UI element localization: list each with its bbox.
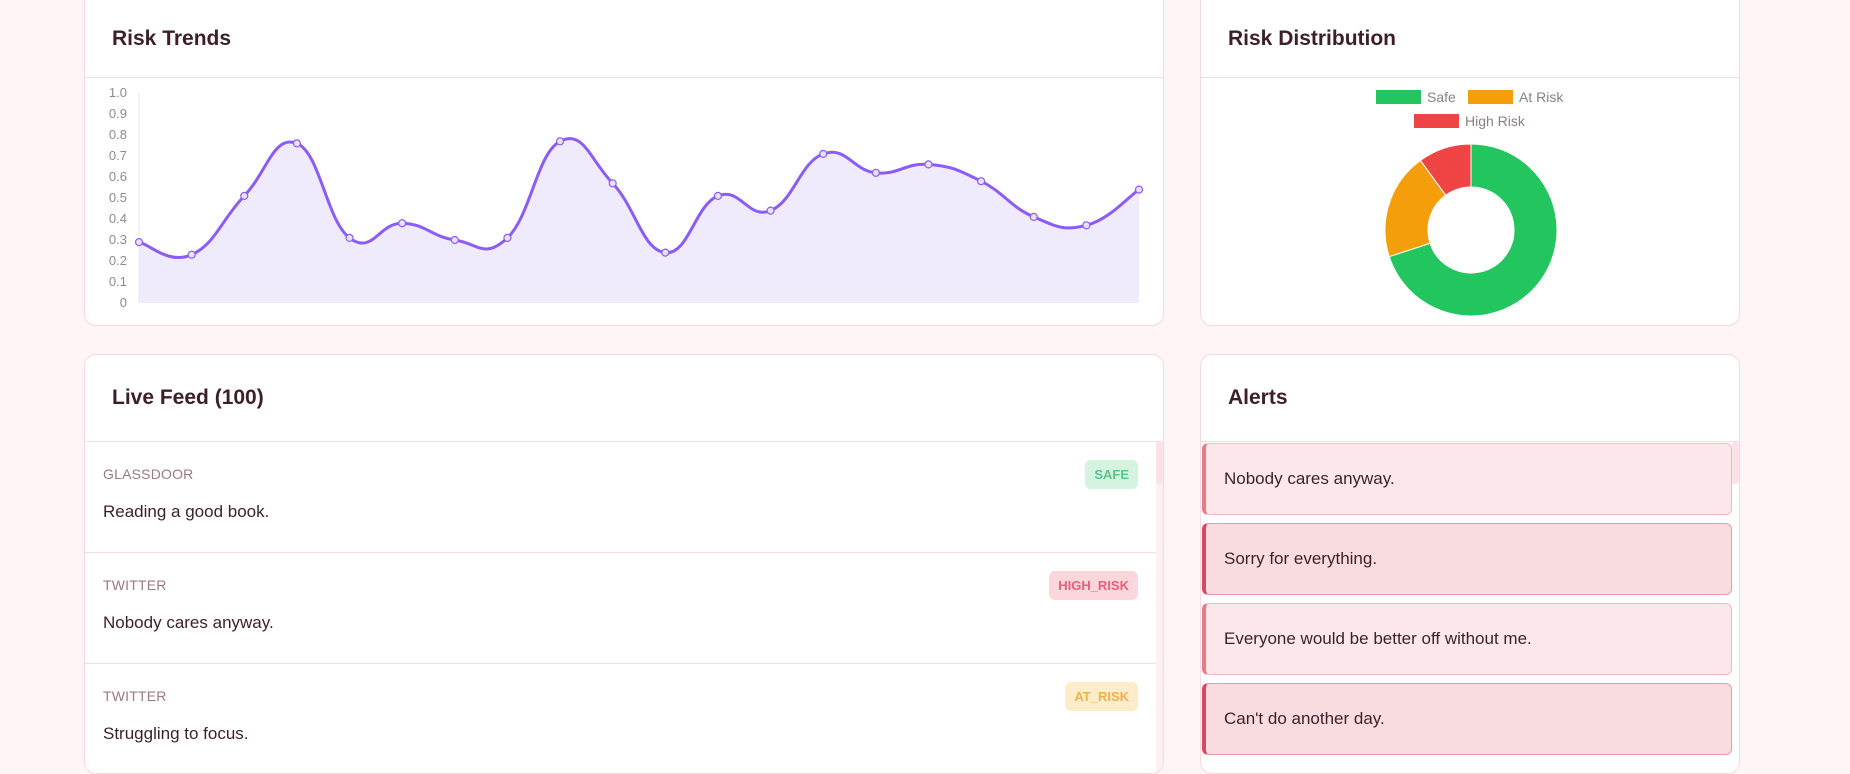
y-tick-label: 0.1 (109, 274, 127, 289)
risk-trend-point[interactable] (1134, 185, 1144, 194)
feed-item[interactable]: TWITTER Nobody cares anyway. HIGH_RISK (85, 553, 1156, 664)
legend-label: High Risk (1465, 113, 1526, 129)
risk-trends-card: Risk Trends 1.0 0.9 0.8 0.7 0.6 0.5 0.4 0.3 0.2 0… (84, 0, 1164, 326)
feed-scrollbar-thumb[interactable] (1156, 442, 1163, 484)
risk-distribution-chart: Safe At Risk High Risk (1376, 89, 1564, 317)
feed-source: GLASSDOOR (103, 466, 194, 482)
risk-trend-point[interactable] (977, 177, 986, 186)
alert-item[interactable]: Sorry for everything. (1202, 523, 1732, 595)
alert-item[interactable]: Can't do another day. (1202, 683, 1732, 755)
feed-scrollbar[interactable] (1156, 442, 1163, 773)
live-feed-title: Live Feed (100) (85, 355, 1163, 442)
alerts-list[interactable]: Nobody cares anyway. Sorry for everything… (1201, 442, 1739, 755)
risk-trend-point[interactable] (450, 235, 459, 245)
alerts-card: Alerts Nobody cares anyway. Sorry for eve… (1200, 354, 1740, 774)
risk-trend-point[interactable] (345, 233, 354, 242)
risk-trend-point[interactable] (187, 250, 196, 259)
risk-badge: SAFE (1085, 460, 1138, 489)
risk-trend-point[interactable] (871, 168, 880, 177)
legend-swatch (1468, 90, 1513, 104)
feed-text: Reading a good book. (103, 502, 270, 521)
feed-source: TWITTER (103, 688, 167, 704)
risk-trend-point[interactable] (608, 179, 617, 188)
y-tick-label: 0 (120, 295, 127, 310)
risk-trend-point[interactable] (924, 160, 933, 169)
legend-swatch (1414, 114, 1459, 128)
alerts-scrollbar-thumb[interactable] (1732, 442, 1739, 484)
risk-trend-point[interactable] (503, 233, 512, 242)
risk-trend-point[interactable] (555, 137, 565, 146)
y-tick-label: 0.7 (109, 148, 127, 163)
feed-source: TWITTER (103, 577, 167, 593)
y-tick-label: 0.5 (109, 190, 127, 205)
risk-badge: AT_RISK (1065, 682, 1138, 711)
risk-badge: HIGH_RISK (1049, 571, 1138, 600)
y-tick-label: 0.4 (109, 211, 127, 226)
risk-trend-point[interactable] (819, 149, 828, 159)
risk-trend-point[interactable] (134, 238, 144, 247)
feed-list[interactable]: GLASSDOOR Reading a good book. SAFE TWITTER… (85, 442, 1163, 773)
alert-item[interactable]: Nobody cares anyway. (1202, 443, 1732, 515)
risk-trend-point[interactable] (661, 248, 670, 257)
live-feed-card: Live Feed (100) GLASSDOOR Reading a good … (84, 354, 1164, 774)
risk-trend-point[interactable] (398, 219, 407, 228)
risk-trend-point[interactable] (292, 139, 301, 148)
risk-distribution-title: Risk Distribution (1201, 0, 1739, 78)
feed-item[interactable]: GLASSDOOR Reading a good book. SAFE (85, 442, 1156, 553)
y-tick-label: 0.9 (109, 106, 127, 121)
y-tick-label: 0.6 (109, 169, 127, 184)
legend-swatch (1376, 90, 1421, 104)
y-tick-label: 0.8 (109, 127, 127, 142)
risk-trends-chart: 1.0 0.9 0.8 0.7 0.6 0.5 0.4 0.3 0.2 0.1 0 (109, 85, 1144, 310)
y-tick-label: 0.2 (109, 253, 127, 268)
legend-label: At Risk (1519, 89, 1564, 105)
risk-trend-point[interactable] (766, 206, 775, 215)
y-tick-label: 1.0 (109, 85, 127, 100)
alert-item[interactable]: Everyone would be better off without me. (1202, 603, 1732, 675)
y-tick-label: 0.3 (109, 232, 127, 247)
risk-trend-area (139, 138, 1139, 303)
risk-trend-point[interactable] (1082, 221, 1091, 230)
risk-distribution-card: Risk Distribution Safe At Risk High Risk (1200, 0, 1740, 326)
legend-label: Safe (1427, 89, 1456, 105)
risk-trends-title: Risk Trends (85, 0, 1163, 78)
feed-text: Struggling to focus. (103, 724, 249, 743)
feed-text: Nobody cares anyway. (103, 613, 274, 632)
risk-trend-point[interactable] (713, 191, 723, 201)
feed-item[interactable]: TWITTER Struggling to focus. AT_RISK (85, 664, 1156, 773)
risk-trend-point[interactable] (240, 191, 249, 201)
risk-trend-point[interactable] (1029, 212, 1038, 221)
alerts-title: Alerts (1201, 355, 1739, 442)
